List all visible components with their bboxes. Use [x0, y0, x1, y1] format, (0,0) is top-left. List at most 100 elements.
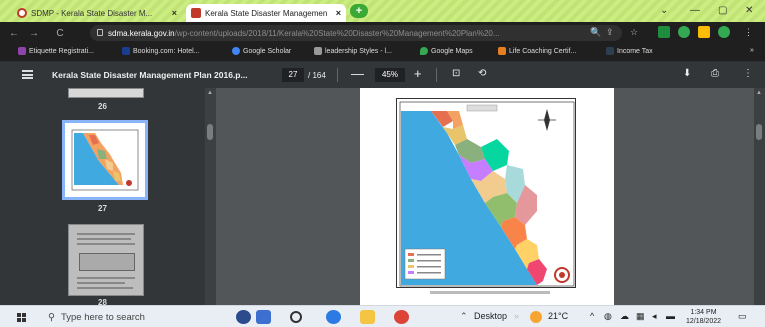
more-actions-icon[interactable]: ⋮	[743, 68, 753, 79]
forward-icon[interactable]: →	[28, 28, 40, 39]
scrollbar-thumb[interactable]	[207, 124, 213, 140]
task-view-icon[interactable]	[290, 311, 302, 323]
thumbnail-number: 26	[98, 102, 107, 111]
share-icon[interactable]: ⇪	[606, 27, 614, 38]
bookmark-item[interactable]: Google Scholar	[232, 47, 291, 55]
bookmark-item[interactable]: Booking.com: Hotel...	[122, 47, 200, 55]
bookmark-item[interactable]: Income Tax	[606, 47, 653, 55]
download-icon[interactable]: ⬇	[683, 68, 691, 79]
minimize-icon[interactable]: —	[690, 5, 700, 16]
thumbnail-page-26[interactable]	[68, 88, 144, 98]
bookmark-item[interactable]: Life Coaching Certif...	[498, 47, 576, 55]
extension-icon[interactable]	[658, 26, 670, 38]
scroll-up-icon[interactable]: ▲	[207, 90, 213, 96]
rotate-icon[interactable]: ⟲	[478, 68, 486, 79]
maximize-icon[interactable]: ▢	[718, 5, 727, 16]
tray-arrow-icon[interactable]: ^	[590, 311, 594, 321]
search-icon: ⚲	[48, 311, 55, 323]
profile-avatar-icon[interactable]	[718, 26, 730, 38]
notification-icon[interactable]: ▭	[738, 311, 747, 322]
address-bar-row: ← → C sdma.kerala.gov.in/wp-content/uplo…	[0, 22, 765, 44]
windows-taskbar: ⚲ Type here to search ⌃ Desktop » 21°C ^…	[0, 305, 765, 327]
pdf-title: Kerala State Disaster Management Plan 20…	[52, 70, 248, 80]
volume-icon[interactable]: ◂	[652, 311, 657, 322]
new-tab-button[interactable]: +	[350, 4, 368, 18]
tab-search-chevron-icon[interactable]: ⌄	[660, 5, 668, 16]
desktop-label[interactable]: Desktop	[474, 311, 507, 321]
extension-icon[interactable]	[678, 26, 690, 38]
scrollbar-thumb[interactable]	[756, 124, 762, 140]
site-favicon-icon	[17, 8, 27, 18]
bookmarks-bar: Etiquette Registrati... Booking.com: Hot…	[0, 44, 765, 62]
pdf-toolbar: Kerala State Disaster Management Plan 20…	[0, 62, 765, 88]
battery-icon[interactable]: ▬	[666, 311, 675, 321]
url-path: /wp-content/uploads/2018/11/Kerala%20Sta…	[174, 28, 500, 38]
windows-start-icon[interactable]	[17, 313, 26, 322]
thumbnail-number: 27	[98, 204, 107, 213]
text-line	[77, 277, 135, 279]
text-line	[77, 243, 135, 245]
close-window-icon[interactable]: ✕	[745, 5, 753, 16]
kerala-map-image	[397, 99, 575, 287]
bookmark-label: Income Tax	[617, 47, 653, 55]
tab-strip: SDMP - Kerala State Disaster M... × Kera…	[0, 0, 765, 22]
page-number-input[interactable]: 27	[282, 68, 304, 82]
browser-menu-icon[interactable]: ⋮	[744, 27, 753, 38]
cloud-icon[interactable]: ☁	[620, 311, 629, 322]
taskbar-search[interactable]: ⚲ Type here to search	[48, 309, 223, 325]
search-icon[interactable]: 🔍	[590, 27, 601, 38]
bookmark-label: Booking.com: Hotel...	[133, 47, 200, 55]
tab-close-icon[interactable]: ×	[172, 8, 177, 18]
bookmark-item[interactable]: leadership Styles - l...	[314, 47, 392, 55]
zoom-input[interactable]: 45%	[375, 68, 405, 82]
zoom-out-button[interactable]: —	[351, 66, 364, 81]
bookmark-icon	[606, 47, 614, 55]
text-line	[77, 282, 125, 284]
extension-icon[interactable]	[698, 26, 710, 38]
bookmarks-overflow-icon[interactable]: »	[750, 47, 754, 54]
app-icon[interactable]	[236, 310, 251, 324]
bookmark-icon	[122, 47, 130, 55]
text-line	[77, 238, 131, 240]
bookmark-item[interactable]: Etiquette Registrati...	[18, 47, 94, 55]
map-pin-icon	[420, 47, 428, 55]
edge-icon[interactable]	[326, 310, 341, 324]
bookmark-label: leadership Styles - l...	[325, 47, 392, 55]
tab-close-icon[interactable]: ×	[336, 8, 341, 18]
sidebar-scrollbar[interactable]	[205, 88, 216, 305]
tab-title: SDMP - Kerala State Disaster M...	[31, 8, 153, 18]
network-icon[interactable]: ◍	[604, 311, 612, 322]
system-clock[interactable]: 1:34 PM 12/18/2022	[681, 308, 726, 326]
text-line	[77, 233, 135, 235]
clock-date: 12/18/2022	[685, 318, 722, 325]
chrome-icon[interactable]	[394, 310, 409, 324]
zoom-in-button[interactable]: +	[414, 66, 422, 81]
url-field[interactable]: sdma.kerala.gov.in/wp-content/uploads/20…	[90, 25, 622, 41]
district-map	[396, 98, 576, 288]
print-icon[interactable]: ⎙	[711, 68, 719, 79]
fit-page-icon[interactable]: ⊡	[452, 68, 460, 79]
keyboard-icon[interactable]: ▦	[636, 311, 645, 322]
page-scrollbar[interactable]	[754, 88, 765, 305]
file-explorer-icon[interactable]	[360, 310, 375, 324]
back-icon[interactable]: ←	[8, 28, 20, 39]
scroll-up-icon[interactable]: ▲	[756, 90, 762, 96]
url-host: sdma.kerala.gov.in	[108, 28, 175, 38]
bookmark-label: Google Maps	[431, 47, 473, 55]
bookmark-label: Life Coaching Certif...	[509, 47, 577, 55]
tab-kerala-pdf[interactable]: Kerala State Disaster Managemen ×	[186, 4, 346, 22]
menu-icon[interactable]	[22, 70, 33, 79]
thumbnail-page-28[interactable]	[68, 224, 144, 296]
tab-sdmp[interactable]: SDMP - Kerala State Disaster M... ×	[12, 4, 182, 22]
thumbnail-page-27[interactable]	[62, 120, 148, 200]
search-placeholder: Type here to search	[60, 311, 145, 323]
thumbnail-map-image	[69, 127, 141, 193]
reload-icon[interactable]: C	[54, 28, 66, 39]
weather-temperature[interactable]: 21°C	[548, 311, 568, 321]
bookmark-label: Google Scholar	[243, 47, 292, 55]
app-icon[interactable]	[256, 310, 271, 324]
desktop-toolbar-chevron-icon[interactable]: ⌃	[460, 311, 468, 322]
bookmark-star-icon[interactable]: ☆	[630, 27, 638, 38]
overflow-chevron-icon[interactable]: »	[514, 311, 519, 321]
bookmark-item[interactable]: Google Maps	[420, 47, 473, 55]
